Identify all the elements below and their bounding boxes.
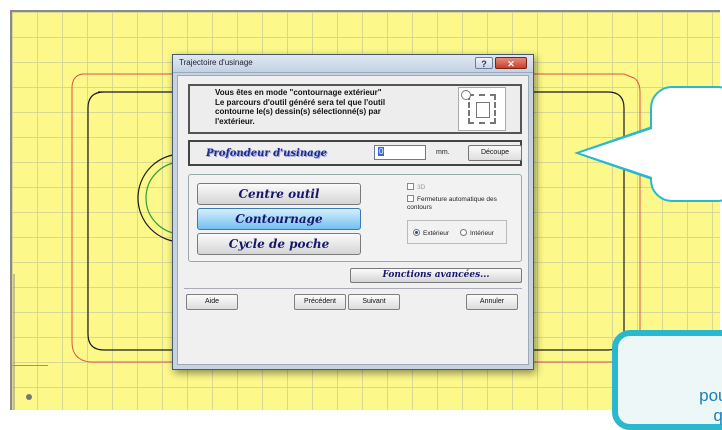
tip-text: l pouv qui <box>596 366 722 426</box>
dialog-titlebar[interactable]: Trajectoire d'usinage ? ✕ <box>173 55 533 73</box>
depth-label: Profondeur d'usinage <box>206 148 327 159</box>
tip-line: l <box>596 366 722 386</box>
divider <box>184 288 522 289</box>
decoupe-button[interactable]: Découpe <box>468 145 522 161</box>
advanced-functions-button[interactable]: Fonctions avancées... <box>350 268 522 283</box>
radio-interieur-dot[interactable] <box>460 229 467 236</box>
depth-input[interactable]: 0 <box>374 145 426 160</box>
centre-outil-button[interactable]: Centre outil <box>197 183 361 205</box>
depth-unit: mm. <box>436 149 450 156</box>
radio-exterieur-dot[interactable] <box>413 229 420 236</box>
contour-illustration-icon <box>458 87 506 131</box>
mode-panel: Centre outil Contournage Cycle de poche … <box>188 174 522 262</box>
info-line: Le parcours d'outil généré sera tel que … <box>215 97 386 107</box>
tip-line: qui <box>713 406 722 425</box>
dialog-title: Trajectoire d'usinage <box>179 58 253 67</box>
depth-value: 0 <box>378 147 385 156</box>
dialog-body: Vous êtes en mode "contournage extérieur… <box>177 75 529 365</box>
precedent-button[interactable]: Précédent <box>294 294 346 310</box>
info-line: Vous êtes en mode "contournage extérieur… <box>215 88 382 97</box>
callout-tail-inner <box>580 129 652 177</box>
info-line: contourne le(s) dessin(s) sélectionné(s)… <box>215 107 381 116</box>
suivant-button[interactable]: Suivant <box>348 294 400 310</box>
side-radio-group: Extérieur Intérieur <box>407 220 507 244</box>
help-button[interactable]: ? <box>475 57 493 69</box>
radio-interieur[interactable]: Intérieur <box>460 229 494 238</box>
tip-line: pouv <box>699 386 722 405</box>
checkbox-3d[interactable] <box>407 183 414 190</box>
cycle-de-poche-button[interactable]: Cycle de poche <box>197 233 361 255</box>
info-line: l'extérieur. <box>215 116 255 126</box>
machining-path-dialog: Trajectoire d'usinage ? ✕ Vous êtes en m… <box>172 54 534 370</box>
checkbox-fermeture[interactable] <box>407 195 414 202</box>
radio-exterieur[interactable]: Extérieur <box>413 229 449 238</box>
callout-bubble <box>650 86 722 202</box>
annuler-button[interactable]: Annuler <box>466 294 518 310</box>
contournage-button[interactable]: Contournage <box>197 208 361 230</box>
depth-panel: Profondeur d'usinage 0 mm. Découpe <box>188 140 522 166</box>
axis-marker-line <box>10 365 48 366</box>
aide-button[interactable]: Aide <box>186 294 238 310</box>
option-fermeture[interactable]: Fermeture automatique des contours <box>407 195 517 212</box>
option-3d[interactable]: 3D <box>407 183 425 192</box>
close-button[interactable]: ✕ <box>495 57 527 69</box>
info-panel: Vous êtes en mode "contournage extérieur… <box>188 84 522 134</box>
info-text: Vous êtes en mode "contournage extérieur… <box>215 88 415 126</box>
origin-dot <box>26 394 32 400</box>
